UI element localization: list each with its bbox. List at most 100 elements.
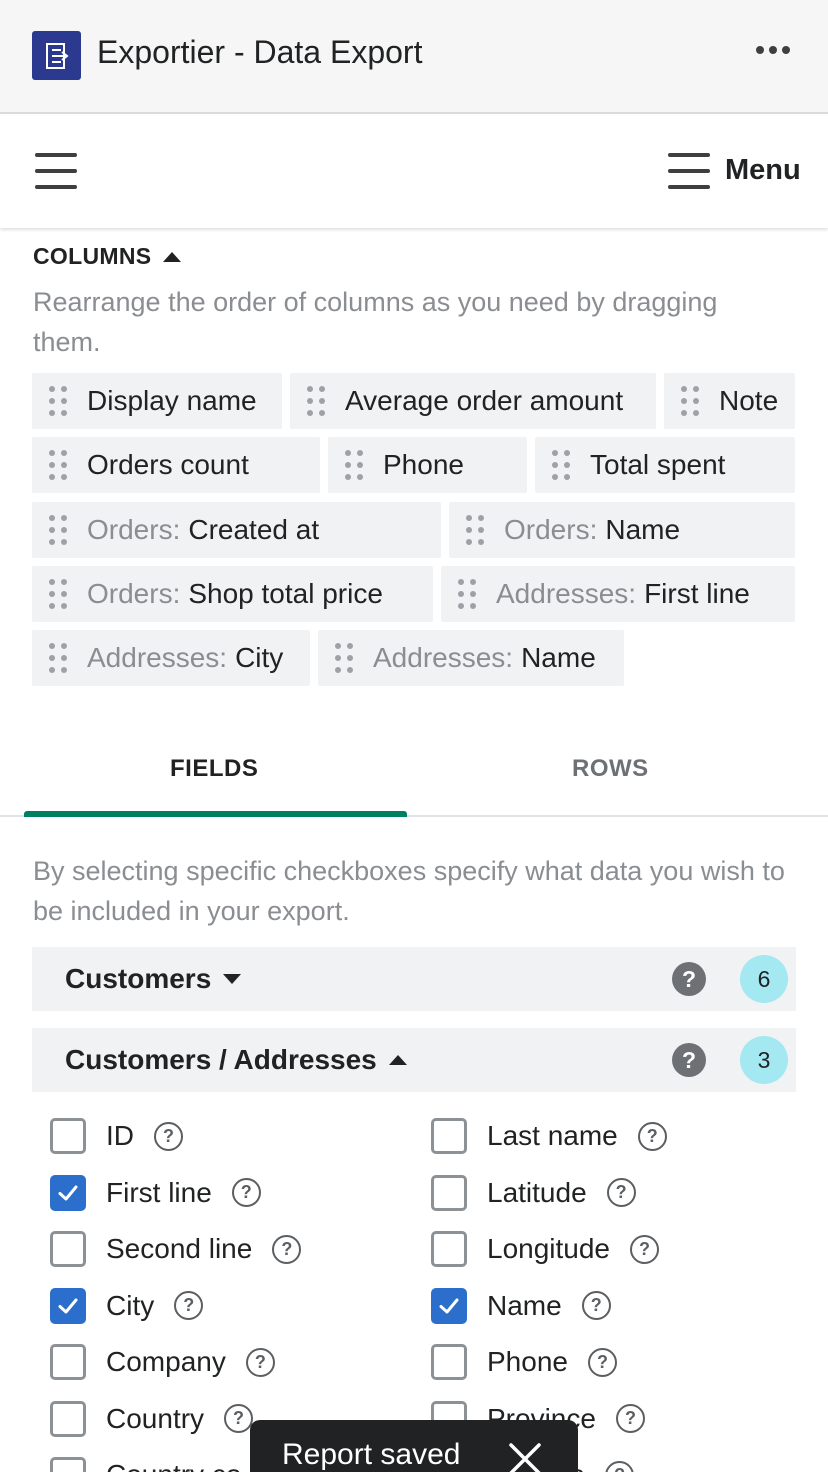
help-icon[interactable]: ?	[231, 1178, 261, 1207]
help-icon[interactable]: ?	[224, 1404, 254, 1433]
column-chip[interactable]: Orders: Created at	[32, 502, 441, 558]
column-chip[interactable]: Orders: Shop total price	[32, 566, 433, 622]
checkbox-label: Name	[487, 1289, 562, 1321]
hamburger-icon[interactable]	[35, 153, 77, 189]
app-logo-icon	[32, 31, 81, 80]
help-icon[interactable]: ?	[245, 1347, 275, 1377]
checkbox-label: Second line	[106, 1233, 253, 1264]
help-icon[interactable]: ?	[587, 1347, 617, 1377]
drag-handle-icon[interactable]	[458, 579, 478, 609]
checkbox[interactable]	[50, 1118, 86, 1154]
help-icon[interactable]: ?	[154, 1121, 183, 1151]
help-icon[interactable]: ?	[615, 1404, 645, 1433]
column-chip[interactable]: Display name	[32, 373, 282, 429]
checkbox[interactable]	[50, 1400, 86, 1437]
checkbox[interactable]	[431, 1344, 467, 1380]
column-chip[interactable]: Average order amount	[290, 373, 656, 429]
check-icon	[439, 1298, 459, 1313]
app-title: Exportier - Data Export	[97, 34, 423, 70]
help-icon[interactable]: ?	[672, 962, 706, 996]
checkbox[interactable]	[431, 1118, 467, 1154]
checkbox-label: Latitude	[487, 1176, 587, 1208]
checkbox-checked[interactable]	[431, 1287, 467, 1324]
checkbox-row[interactable]: Longitude?	[431, 1229, 660, 1269]
columns-toggle[interactable]: COLUMNS	[33, 243, 182, 270]
checkbox-row[interactable]: Country?	[50, 1399, 254, 1439]
drag-handle-icon[interactable]	[307, 386, 327, 416]
drag-handle-icon[interactable]	[345, 450, 365, 480]
column-chip-label: Average order amount	[345, 385, 624, 416]
checkbox[interactable]	[50, 1344, 86, 1380]
column-chip[interactable]: Orders count	[32, 437, 320, 493]
column-chip[interactable]: Addresses: City	[32, 630, 310, 686]
menu-hamburger-icon[interactable]	[668, 153, 710, 189]
section-title: Customers / Addresses	[65, 1044, 407, 1076]
close-icon[interactable]	[508, 1442, 542, 1472]
drag-handle-icon[interactable]	[335, 643, 355, 673]
drag-handle-icon[interactable]	[49, 643, 69, 673]
active-tab-indicator	[24, 811, 407, 817]
column-chip[interactable]: Orders: Name	[449, 502, 795, 558]
column-chip[interactable]: Addresses: First line	[441, 566, 795, 622]
app-header: Exportier - Data Export	[0, 0, 828, 114]
help-icon[interactable]: ?	[272, 1234, 302, 1264]
section-title: Customers	[65, 963, 242, 995]
caret-down-icon	[223, 974, 242, 984]
column-chip[interactable]: Note	[664, 373, 795, 429]
help-icon[interactable]: ?	[605, 1460, 635, 1472]
help-icon[interactable]: ?	[174, 1291, 204, 1320]
checkbox-row[interactable]: Phone?	[431, 1342, 617, 1382]
menu-button[interactable]: Menu	[725, 154, 801, 187]
checkbox-row[interactable]: ID?	[50, 1116, 183, 1156]
columns-description: Rearrange the order of columns as you ne…	[33, 287, 718, 357]
checkbox[interactable]	[50, 1231, 86, 1267]
drag-handle-icon[interactable]	[49, 450, 69, 480]
help-icon[interactable]: ?	[606, 1178, 636, 1207]
drag-handle-icon[interactable]	[466, 515, 486, 545]
checkbox[interactable]	[50, 1457, 86, 1472]
help-icon[interactable]: ?	[637, 1121, 667, 1151]
column-chip-label: Name	[605, 514, 681, 545]
checkbox-row[interactable]: First line?	[50, 1173, 261, 1213]
column-chip[interactable]: Phone	[328, 437, 527, 493]
checkbox-row[interactable]: City?	[50, 1286, 204, 1326]
checkbox-label: City	[106, 1289, 155, 1321]
tab-fields[interactable]: FIELDS	[170, 755, 258, 783]
column-chip[interactable]: Addresses: Name	[318, 630, 624, 686]
section-title-text: Customers	[65, 963, 212, 994]
drag-handle-icon[interactable]	[552, 450, 572, 480]
help-icon[interactable]: ?	[630, 1234, 660, 1264]
fields-description: By selecting specific checkboxes specify…	[33, 856, 785, 926]
navbar: Menu	[0, 116, 828, 228]
checkbox-row[interactable]: Second line?	[50, 1229, 302, 1269]
drag-handle-icon[interactable]	[49, 579, 69, 609]
column-chip-label: First line	[644, 578, 750, 609]
check-icon	[58, 1298, 78, 1313]
column-chip-label: Total spent	[590, 449, 726, 480]
help-icon[interactable]: ?	[672, 1043, 706, 1077]
column-chip-prefix: Addresses:	[496, 578, 637, 609]
checkbox-row[interactable]: Company?	[50, 1342, 275, 1382]
drag-handle-icon[interactable]	[49, 515, 69, 545]
checkbox-row[interactable]: Last name?	[431, 1116, 667, 1156]
checkbox[interactable]	[431, 1231, 467, 1267]
column-chip-prefix: Orders:	[504, 514, 598, 545]
drag-handle-icon[interactable]	[681, 386, 701, 416]
checkbox-checked[interactable]	[50, 1174, 86, 1211]
section-customers-addresses[interactable]: Customers / Addresses ? 3	[32, 1028, 796, 1092]
more-icon[interactable]	[756, 40, 796, 60]
tab-rows[interactable]: ROWS	[572, 755, 649, 783]
checkbox-row[interactable]: Name?	[431, 1286, 611, 1326]
checkbox-row[interactable]: Latitude?	[431, 1173, 636, 1213]
checkbox[interactable]	[431, 1174, 467, 1211]
section-customers[interactable]: Customers ? 6	[32, 947, 796, 1011]
column-chip-label: Note	[719, 385, 779, 416]
checkbox-checked[interactable]	[50, 1287, 86, 1324]
toast: Report saved	[250, 1420, 578, 1472]
help-icon[interactable]: ?	[581, 1291, 611, 1320]
column-chip-label: City	[235, 642, 284, 673]
column-chip-prefix: Orders:	[87, 514, 181, 545]
column-chip-label: Name	[521, 642, 596, 673]
column-chip[interactable]: Total spent	[535, 437, 795, 493]
drag-handle-icon[interactable]	[49, 386, 69, 416]
